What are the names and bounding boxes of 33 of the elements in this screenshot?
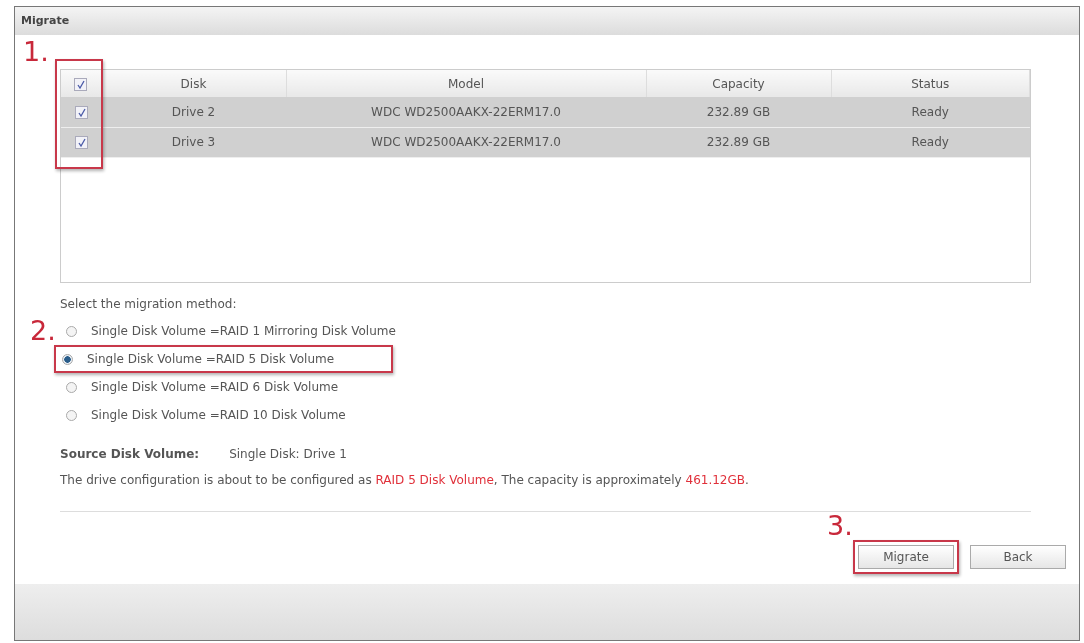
option-label[interactable]: Single Disk Volume =RAID 6 Disk Volume xyxy=(91,378,339,396)
option-label[interactable]: Single Disk Volume =RAID 10 Disk Volume xyxy=(91,406,346,424)
table-cell: Drive 2 xyxy=(101,97,286,127)
option-label[interactable]: Single Disk Volume =RAID 5 Disk Volume xyxy=(87,350,335,368)
migrate-button[interactable]: Migrate xyxy=(858,545,954,569)
radio-button[interactable] xyxy=(66,325,77,337)
checkbox[interactable] xyxy=(74,136,88,149)
table-cell: WDC WD2500AAKX-22ERM17.0 xyxy=(286,97,646,127)
window-title: Migrate xyxy=(15,7,1079,35)
annotation-number: 1. xyxy=(23,38,49,65)
method-label: Select the migration method: xyxy=(60,296,238,313)
table-cell: WDC WD2500AAKX-22ERM17.0 xyxy=(286,127,646,157)
column-header[interactable]: Status xyxy=(831,70,1030,97)
table-cell: Ready xyxy=(831,97,1030,127)
back-button[interactable]: Back xyxy=(970,545,1066,569)
annotation-number: 2. xyxy=(30,317,56,344)
table-cell: 232.89 GB xyxy=(646,97,831,127)
option-label[interactable]: Single Disk Volume =RAID 1 Mirroring Disk Volume xyxy=(91,322,396,340)
column-header[interactable]: Capacity xyxy=(646,70,831,97)
column-header[interactable]: Disk xyxy=(101,70,286,97)
source-label: Source Disk Volume: xyxy=(60,446,200,463)
checkbox[interactable] xyxy=(74,105,88,119)
radio-button[interactable] xyxy=(66,409,77,421)
radio-button[interactable] xyxy=(66,381,77,393)
checkbox[interactable] xyxy=(74,77,88,91)
table-cell: Ready xyxy=(831,127,1030,157)
source-value: Single Disk: Drive 1 xyxy=(229,446,347,463)
radio-button[interactable] xyxy=(62,353,73,365)
table-cell: 232.89 GB xyxy=(646,127,831,157)
summary-text: The drive configuration is about to be configured as RAID 5 Disk Volume, The capacity is approximately 461.12GB. xyxy=(60,472,750,489)
column-header[interactable]: Model xyxy=(286,70,646,97)
annotation-number: 3. xyxy=(827,512,853,539)
table-cell: Drive 3 xyxy=(101,127,286,157)
